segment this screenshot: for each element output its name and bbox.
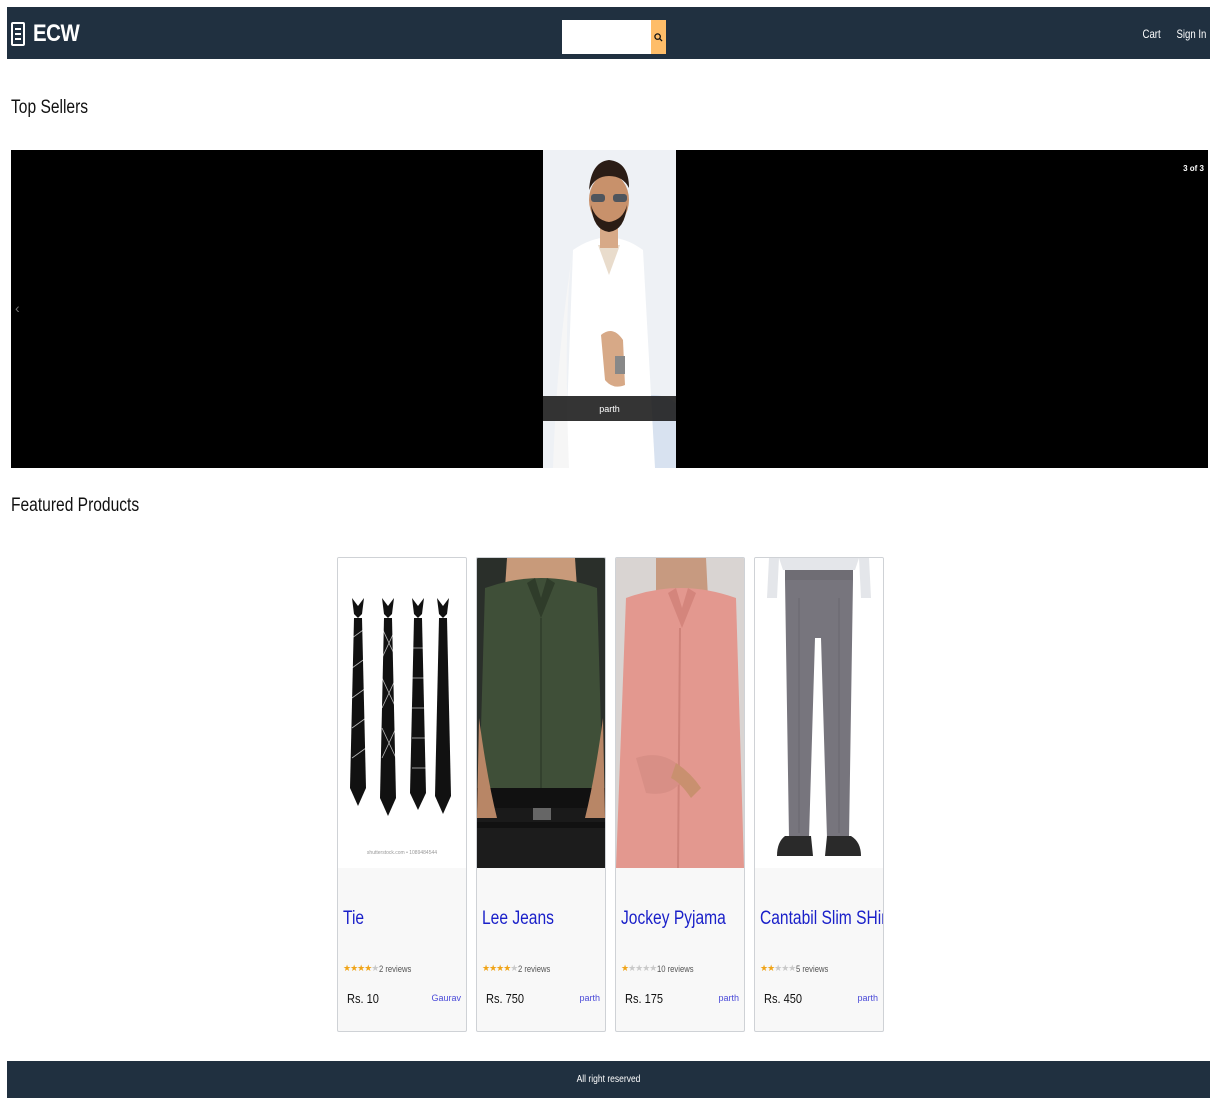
- logo[interactable]: ECW: [33, 20, 80, 48]
- green-shirt-image: [477, 558, 605, 868]
- star-rating-icon: ★★★★★: [343, 963, 379, 973]
- featured-products-title: Featured Products: [11, 495, 140, 516]
- product-image-trousers[interactable]: [755, 558, 883, 868]
- cart-link[interactable]: Cart: [1143, 27, 1161, 41]
- carousel-prev-icon[interactable]: ‹: [15, 300, 20, 316]
- tie-image: [338, 558, 466, 868]
- seller-photo[interactable]: parth: [543, 150, 676, 468]
- grey-trousers-image: [755, 558, 883, 868]
- seller-link[interactable]: Gaurav: [431, 993, 461, 1003]
- top-sellers-carousel[interactable]: ‹ 3 of 3 parth: [11, 150, 1208, 468]
- top-sellers-title: Top Sellers: [11, 97, 89, 118]
- review-count: 10 reviews: [657, 963, 694, 974]
- product-image-jeans[interactable]: [477, 558, 605, 868]
- product-rating: ★★★★★ 5 reviews: [760, 963, 834, 974]
- product-title-link[interactable]: Tie: [343, 908, 364, 930]
- review-count: 2 reviews: [518, 963, 551, 974]
- product-price: Rs. 10: [347, 991, 379, 1006]
- search-input[interactable]: [562, 20, 651, 54]
- review-count: 2 reviews: [379, 963, 412, 974]
- seller-link[interactable]: parth: [718, 993, 739, 1003]
- product-image-tie[interactable]: shutterstock.com • 1089484544: [338, 558, 466, 868]
- star-rating-icon: ★★★★★: [482, 963, 518, 973]
- product-price: Rs. 750: [486, 991, 525, 1006]
- seller-link[interactable]: parth: [857, 993, 878, 1003]
- product-title-link[interactable]: Jockey Pyjama: [621, 908, 726, 930]
- product-title-link[interactable]: Lee Jeans: [482, 908, 554, 930]
- header-links: Cart Sign In: [1138, 27, 1206, 41]
- footer-text: All right reserved: [576, 1074, 641, 1085]
- product-rating: ★★★★★ 10 reviews: [621, 963, 700, 974]
- search-box: [562, 20, 666, 54]
- product-title-link[interactable]: Cantabil Slim SHirt: [760, 908, 883, 930]
- star-rating-icon: ★★★★★: [760, 963, 796, 973]
- star-rating-icon: ★★★★★: [621, 963, 657, 973]
- signin-link[interactable]: Sign In: [1176, 27, 1206, 41]
- footer-bar: All right reserved: [7, 1061, 1210, 1098]
- product-image-pyjama[interactable]: [616, 558, 744, 868]
- product-rating: ★★★★★ 2 reviews: [343, 963, 417, 974]
- product-grid: shutterstock.com • 1089484544 Tie ★★★★★ …: [337, 557, 884, 1032]
- product-rating: ★★★★★ 2 reviews: [482, 963, 556, 974]
- product-card[interactable]: shutterstock.com • 1089484544 Tie ★★★★★ …: [337, 557, 467, 1032]
- review-count: 5 reviews: [796, 963, 829, 974]
- pink-shirt-image: [616, 558, 744, 868]
- search-icon: [654, 32, 663, 42]
- search-button[interactable]: [651, 20, 666, 54]
- header-bar: ECW Cart Sign In: [7, 7, 1210, 59]
- seller-link[interactable]: parth: [579, 993, 600, 1003]
- hamburger-menu-icon[interactable]: [11, 22, 25, 46]
- product-price: Rs. 450: [764, 991, 803, 1006]
- product-price: Rs. 175: [625, 991, 664, 1006]
- product-card[interactable]: Jockey Pyjama ★★★★★ 10 reviews Rs. 175 p…: [615, 557, 745, 1032]
- product-card[interactable]: Cantabil Slim SHirt ★★★★★ 5 reviews Rs. …: [754, 557, 884, 1032]
- carousel-counter: 3 of 3: [1183, 164, 1204, 173]
- slide-caption: parth: [543, 396, 676, 421]
- product-card[interactable]: Lee Jeans ★★★★★ 2 reviews Rs. 750 parth: [476, 557, 606, 1032]
- image-watermark: shutterstock.com • 1089484544: [366, 850, 438, 856]
